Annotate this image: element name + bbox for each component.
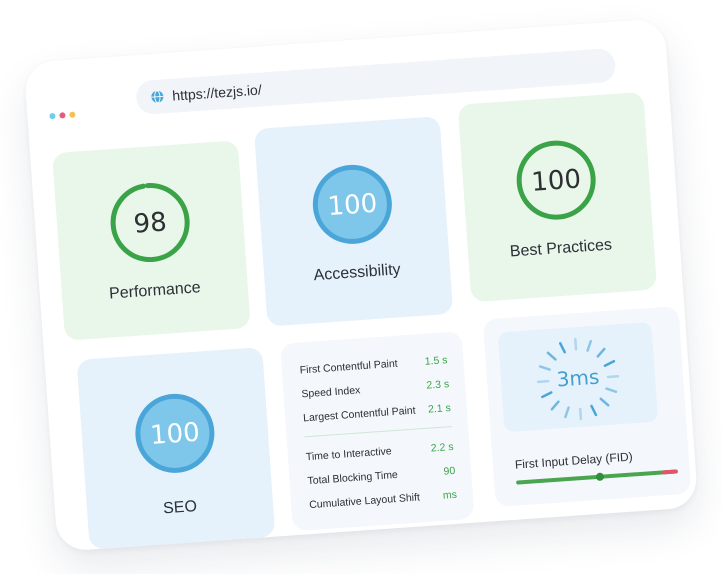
performance-score: 98 xyxy=(133,207,168,239)
spinner-tick xyxy=(574,337,578,351)
best-practices-label: Best Practices xyxy=(509,236,613,261)
spinner-tick xyxy=(603,359,616,367)
window-controls xyxy=(49,111,76,120)
seo-label: SEO xyxy=(162,498,198,518)
best-practices-gauge: 100 xyxy=(511,135,601,230)
seo-tile[interactable]: 100 SEO xyxy=(76,347,276,550)
fid-value: 3ms xyxy=(556,365,600,392)
spinner-tick xyxy=(586,339,593,352)
spinner-tick xyxy=(578,407,583,421)
stage: https://tezjs.io/ 98 Performance 100 Acc… xyxy=(0,0,721,574)
fid-spinner: 3ms xyxy=(536,337,620,421)
accessibility-label: Accessibility xyxy=(313,261,402,285)
window-dot-blue xyxy=(49,112,56,120)
spinner-tick xyxy=(564,406,570,419)
url-text: https://tezjs.io/ xyxy=(171,81,263,104)
fid-bar-marker xyxy=(595,472,605,482)
seo-score: 100 xyxy=(149,418,201,451)
fid-tile[interactable]: 3ms First Input Delay (FID) xyxy=(482,305,692,508)
metric-value: 1.5 s xyxy=(424,354,448,368)
spinner-tick xyxy=(596,347,606,358)
metric-value: ms xyxy=(442,488,458,502)
spinner-tick xyxy=(550,400,560,411)
performance-gauge: 98 xyxy=(105,178,195,273)
performance-label: Performance xyxy=(108,279,202,303)
metric-value: 2.1 s xyxy=(427,402,452,416)
spinner-tick xyxy=(599,397,610,407)
performance-tile[interactable]: 98 Performance xyxy=(52,140,251,341)
best-practices-tile[interactable]: 100 Best Practices xyxy=(457,91,658,303)
spinner-tick xyxy=(590,404,598,417)
metric-value: 90 xyxy=(443,464,456,478)
browser-window: https://tezjs.io/ 98 Performance 100 Acc… xyxy=(23,18,699,552)
window-dot-pink xyxy=(59,112,66,119)
spinner-tick xyxy=(605,387,618,394)
spinner-tick xyxy=(606,375,620,379)
metrics-table: First Contentful Paint 1.5 s Speed Index… xyxy=(279,331,475,532)
metric-value: 2.3 s xyxy=(425,378,450,392)
best-practices-score: 100 xyxy=(530,164,582,197)
spinner-tick xyxy=(538,365,551,371)
globe-icon xyxy=(151,90,164,104)
spinner-tick xyxy=(541,391,553,399)
spinner-tick xyxy=(536,379,550,384)
fid-bar-poor-segment xyxy=(661,469,678,475)
spinner-tick xyxy=(546,351,557,361)
window-dot-yellow xyxy=(69,111,76,118)
seo-gauge: 100 xyxy=(130,389,220,484)
metric-value: 2.2 s xyxy=(430,440,454,455)
accessibility-tile[interactable]: 100 Accessibility xyxy=(253,116,454,327)
fid-display: 3ms xyxy=(497,321,659,433)
fid-label: First Input Delay (FID) xyxy=(514,449,634,472)
fid-progress-bar xyxy=(516,469,678,485)
accessibility-gauge: 100 xyxy=(308,160,398,255)
accessibility-score: 100 xyxy=(327,189,379,222)
spinner-tick xyxy=(558,342,566,354)
